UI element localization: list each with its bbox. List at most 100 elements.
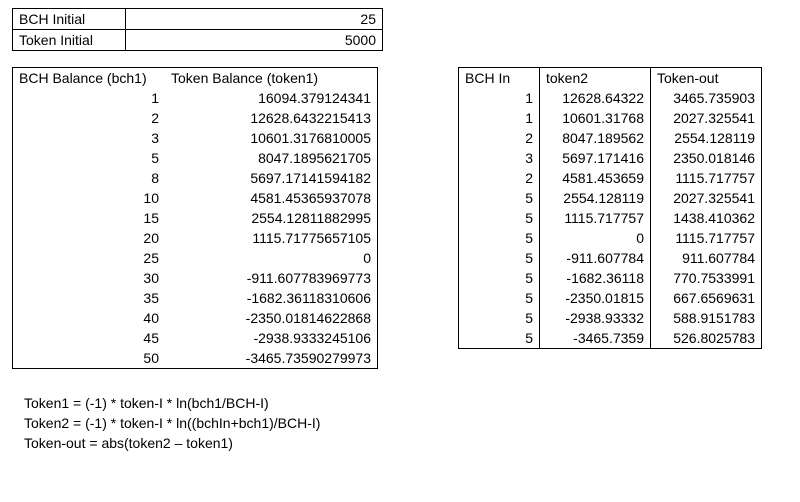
init-row-token: Token Initial 5000 xyxy=(13,30,383,51)
balance-cell-token: 4581.45365937078 xyxy=(165,188,378,208)
balance-cell-bch: 40 xyxy=(13,308,166,328)
balance-row: 40-2350.01814622868 xyxy=(13,308,378,328)
balance-row: 45-2938.9333245106 xyxy=(13,328,378,348)
balance-row: 85697.17141594182 xyxy=(13,168,378,188)
balance-cell-bch: 35 xyxy=(13,288,166,308)
balance-cell-bch: 30 xyxy=(13,268,166,288)
balance-cell-token: -3465.73590279973 xyxy=(165,348,378,369)
delta-cell-bchin: 2 xyxy=(459,168,540,188)
delta-cell-tokenout: 1115.717757 xyxy=(651,168,762,188)
delta-header-tokenout: Token-out xyxy=(651,68,762,89)
formula-tokenout: Token-out = abs(token2 – token1) xyxy=(24,433,788,453)
delta-cell-tokenout: 3465.735903 xyxy=(651,88,762,108)
balance-cell-token: 1115.71775657105 xyxy=(165,228,378,248)
delta-cell-tokenout: 667.6569631 xyxy=(651,288,762,308)
balance-cell-token: 16094.379124341 xyxy=(165,88,378,108)
delta-cell-tokenout: 1115.717757 xyxy=(651,228,762,248)
delta-header-token2: token2 xyxy=(540,68,651,89)
delta-cell-bchin: 5 xyxy=(459,188,540,208)
delta-row: 28047.1895622554.128119 xyxy=(459,128,762,148)
delta-row: 501115.717757 xyxy=(459,228,762,248)
balance-row: 250 xyxy=(13,248,378,268)
balance-cell-bch: 50 xyxy=(13,348,166,369)
balance-cell-token: 12628.6432215413 xyxy=(165,108,378,128)
delta-cell-bchin: 5 xyxy=(459,308,540,328)
delta-cell-tokenout: 1438.410362 xyxy=(651,208,762,228)
delta-cell-tokenout: 2350.018146 xyxy=(651,148,762,168)
balance-cell-bch: 1 xyxy=(13,88,166,108)
balance-cell-bch: 8 xyxy=(13,168,166,188)
balance-cell-bch: 25 xyxy=(13,248,166,268)
init-row-bch: BCH Initial 25 xyxy=(13,9,383,30)
balance-cell-bch: 5 xyxy=(13,148,166,168)
delta-cell-token2: 4581.453659 xyxy=(540,168,651,188)
delta-cell-token2: 8047.189562 xyxy=(540,128,651,148)
delta-cell-token2: -1682.36118 xyxy=(540,268,651,288)
balance-cell-token: 5697.17141594182 xyxy=(165,168,378,188)
balance-cell-token: -2350.01814622868 xyxy=(165,308,378,328)
balance-table: BCH Balance (bch1) Token Balance (token1… xyxy=(12,67,378,369)
delta-row: 110601.317682027.325541 xyxy=(459,108,762,128)
delta-row: 5-1682.36118770.7533991 xyxy=(459,268,762,288)
balance-header-bch: BCH Balance (bch1) xyxy=(13,68,166,89)
delta-cell-bchin: 3 xyxy=(459,148,540,168)
delta-cell-bchin: 1 xyxy=(459,108,540,128)
balance-row: 50-3465.73590279973 xyxy=(13,348,378,369)
delta-cell-bchin: 5 xyxy=(459,228,540,248)
delta-header-row: BCH In token2 Token-out xyxy=(459,68,762,89)
delta-cell-bchin: 1 xyxy=(459,88,540,108)
balance-cell-token: 2554.12811882995 xyxy=(165,208,378,228)
bch-initial-label: BCH Initial xyxy=(13,9,126,30)
delta-row: 5-3465.7359526.8025783 xyxy=(459,328,762,349)
balance-cell-token: -2938.9333245106 xyxy=(165,328,378,348)
balance-row: 30-911.607783969773 xyxy=(13,268,378,288)
balance-row: 201115.71775657105 xyxy=(13,228,378,248)
balance-row: 58047.1895621705 xyxy=(13,148,378,168)
initial-values-table: BCH Initial 25 Token Initial 5000 xyxy=(12,8,383,51)
delta-cell-token2: 5697.171416 xyxy=(540,148,651,168)
balance-row: 104581.45365937078 xyxy=(13,188,378,208)
delta-cell-token2: -2350.01815 xyxy=(540,288,651,308)
delta-cell-bchin: 5 xyxy=(459,248,540,268)
delta-row: 51115.7177571438.410362 xyxy=(459,208,762,228)
delta-cell-tokenout: 770.7533991 xyxy=(651,268,762,288)
delta-cell-token2: 1115.717757 xyxy=(540,208,651,228)
delta-cell-token2: 0 xyxy=(540,228,651,248)
formula-token2: Token2 = (-1) * token-I * ln((bchIn+bch1… xyxy=(24,413,788,433)
balance-header-row: BCH Balance (bch1) Token Balance (token1… xyxy=(13,68,378,89)
delta-row: 5-911.607784911.607784 xyxy=(459,248,762,268)
delta-cell-token2: 2554.128119 xyxy=(540,188,651,208)
balance-cell-bch: 3 xyxy=(13,128,166,148)
balance-cell-token: 0 xyxy=(165,248,378,268)
delta-cell-bchin: 2 xyxy=(459,128,540,148)
delta-cell-token2: -911.607784 xyxy=(540,248,651,268)
delta-row: 35697.1714162350.018146 xyxy=(459,148,762,168)
delta-cell-token2: -3465.7359 xyxy=(540,328,651,349)
delta-cell-tokenout: 2027.325541 xyxy=(651,108,762,128)
balance-cell-bch: 45 xyxy=(13,328,166,348)
token-initial-value: 5000 xyxy=(126,30,383,51)
delta-row: 52554.1281192027.325541 xyxy=(459,188,762,208)
delta-cell-tokenout: 526.8025783 xyxy=(651,328,762,349)
balance-cell-token: -1682.36118310606 xyxy=(165,288,378,308)
delta-cell-bchin: 5 xyxy=(459,268,540,288)
formula-token1: Token1 = (-1) * token-I * ln(bch1/BCH-I) xyxy=(24,393,788,413)
balance-cell-bch: 15 xyxy=(13,208,166,228)
delta-cell-tokenout: 588.9151783 xyxy=(651,308,762,328)
bch-initial-value: 25 xyxy=(126,9,383,30)
balance-cell-token: 8047.1895621705 xyxy=(165,148,378,168)
delta-cell-tokenout: 2554.128119 xyxy=(651,128,762,148)
delta-cell-tokenout: 911.607784 xyxy=(651,248,762,268)
balance-cell-bch: 20 xyxy=(13,228,166,248)
balance-row: 310601.3176810005 xyxy=(13,128,378,148)
balance-row: 116094.379124341 xyxy=(13,88,378,108)
delta-cell-token2: 10601.31768 xyxy=(540,108,651,128)
delta-cell-bchin: 5 xyxy=(459,288,540,308)
delta-cell-bchin: 5 xyxy=(459,208,540,228)
balance-cell-token: 10601.3176810005 xyxy=(165,128,378,148)
delta-row: 5-2350.01815667.6569631 xyxy=(459,288,762,308)
delta-row: 24581.4536591115.717757 xyxy=(459,168,762,188)
balance-row: 35-1682.36118310606 xyxy=(13,288,378,308)
formulas-block: Token1 = (-1) * token-I * ln(bch1/BCH-I)… xyxy=(24,393,788,453)
balance-header-token: Token Balance (token1) xyxy=(165,68,378,89)
